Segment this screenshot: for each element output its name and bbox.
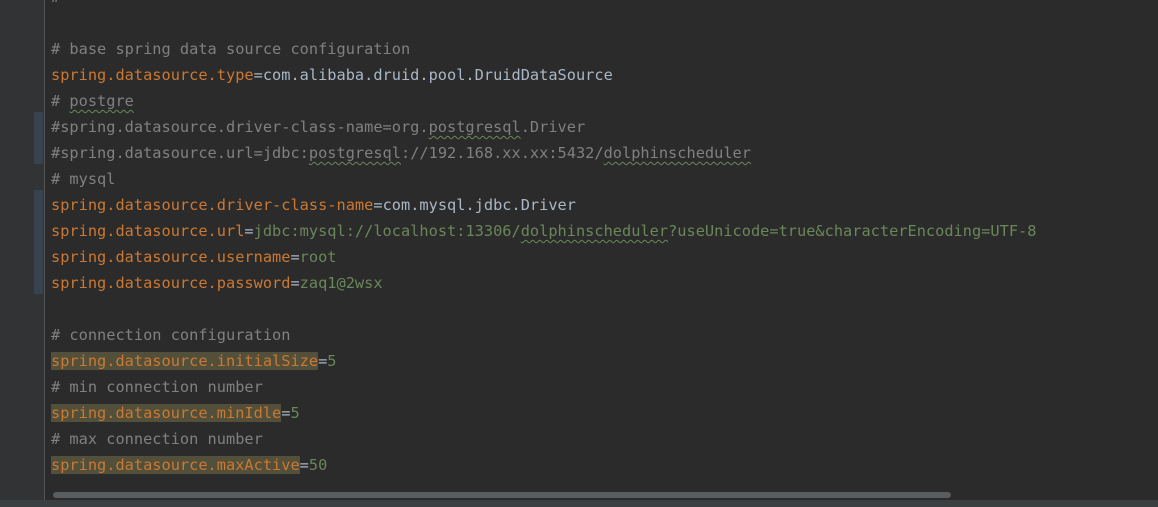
comment: # min connection number [51,378,263,396]
comment: # base spring data source configuration [51,40,411,58]
property-value: 50 [308,456,328,474]
scrollbar-thumb[interactable] [53,492,951,498]
equals-sign: = [318,352,328,370]
property-key: spring.datasource.maxActive [51,456,300,474]
property-value: 5 [290,404,300,422]
property-key: spring.datasource.password [51,274,291,292]
property-value: jdbc:mysql://localhost:13306/ [253,222,521,240]
spelling-typo: dolphinscheduler [603,144,751,162]
code-line: #spring.datasource.url=jdbc:postgresql:/… [51,140,1158,166]
property-value: ?useUnicode=true&characterEncoding=UTF-8 [668,222,1037,240]
code-line: # max connection number [51,426,1158,452]
code-line: # min connection number [51,374,1158,400]
comment: # connection configuration [51,326,291,344]
code-line: spring.datasource.url=jdbc:mysql://local… [51,218,1158,244]
property-key: spring.datasource.username [51,248,291,266]
equals-sign: = [244,222,254,240]
spelling-typo: postgre [69,92,134,110]
gutter-separator [44,0,45,500]
equals-sign: = [253,66,263,84]
spelling-typo: dolphinscheduler [520,222,669,240]
code-line: # mysql [51,166,1158,192]
status-strip [0,500,1158,507]
vcs-change-marker [34,190,43,294]
comment: ://192.168.xx.xx:5432/ [400,144,604,162]
property-value: com.alibaba.druid.pool.DruidDataSource [262,66,613,84]
code-line: # connection configuration [51,322,1158,348]
horizontal-scrollbar[interactable] [45,488,1158,500]
code-line: spring.datasource.password=zaq1@2wsx [51,270,1158,296]
comment: # [51,92,70,110]
code-line: # base spring data source configuration [51,36,1158,62]
code-line: spring.datasource.initialSize=5 [51,348,1158,374]
code-editor[interactable]: # # base spring data source configuratio… [51,0,1158,495]
equals-sign: = [290,248,300,266]
comment: #spring.datasource.driver-class-name=org… [51,118,429,136]
property-value: 5 [327,352,337,370]
spelling-typo: postgresql [308,144,401,162]
property-value: com.mysql.jdbc.Driver [382,196,576,214]
vcs-change-marker [34,112,43,164]
code-line: spring.datasource.username=root [51,244,1158,270]
code-line: # postgre [51,88,1158,114]
property-key: spring.datasource.minIdle [51,404,282,422]
comment: # max connection number [51,430,263,448]
code-line: #spring.datasource.driver-class-name=org… [51,114,1158,140]
property-value: zaq1@2wsx [299,274,383,292]
code-line: # [51,0,1158,10]
comment: .Driver [520,118,586,136]
comment: # [51,0,60,6]
property-key: spring.datasource.url [51,222,245,240]
equals-sign: = [290,274,300,292]
property-value: root [299,248,337,266]
code-line: spring.datasource.maxActive=50 [51,452,1158,478]
property-key: spring.datasource.driver-class-name [51,196,374,214]
spelling-typo: postgresql [428,118,521,136]
code-line: spring.datasource.minIdle=5 [51,400,1158,426]
code-line: spring.datasource.type=com.alibaba.druid… [51,62,1158,88]
equals-sign: = [373,196,383,214]
comment: #spring.datasource.url=jdbc: [51,144,309,162]
comment: # mysql [51,170,116,188]
code-line: spring.datasource.driver-class-name=com.… [51,192,1158,218]
equals-sign: = [299,456,309,474]
property-key: spring.datasource.type [51,66,254,84]
property-key: spring.datasource.initialSize [51,352,319,370]
